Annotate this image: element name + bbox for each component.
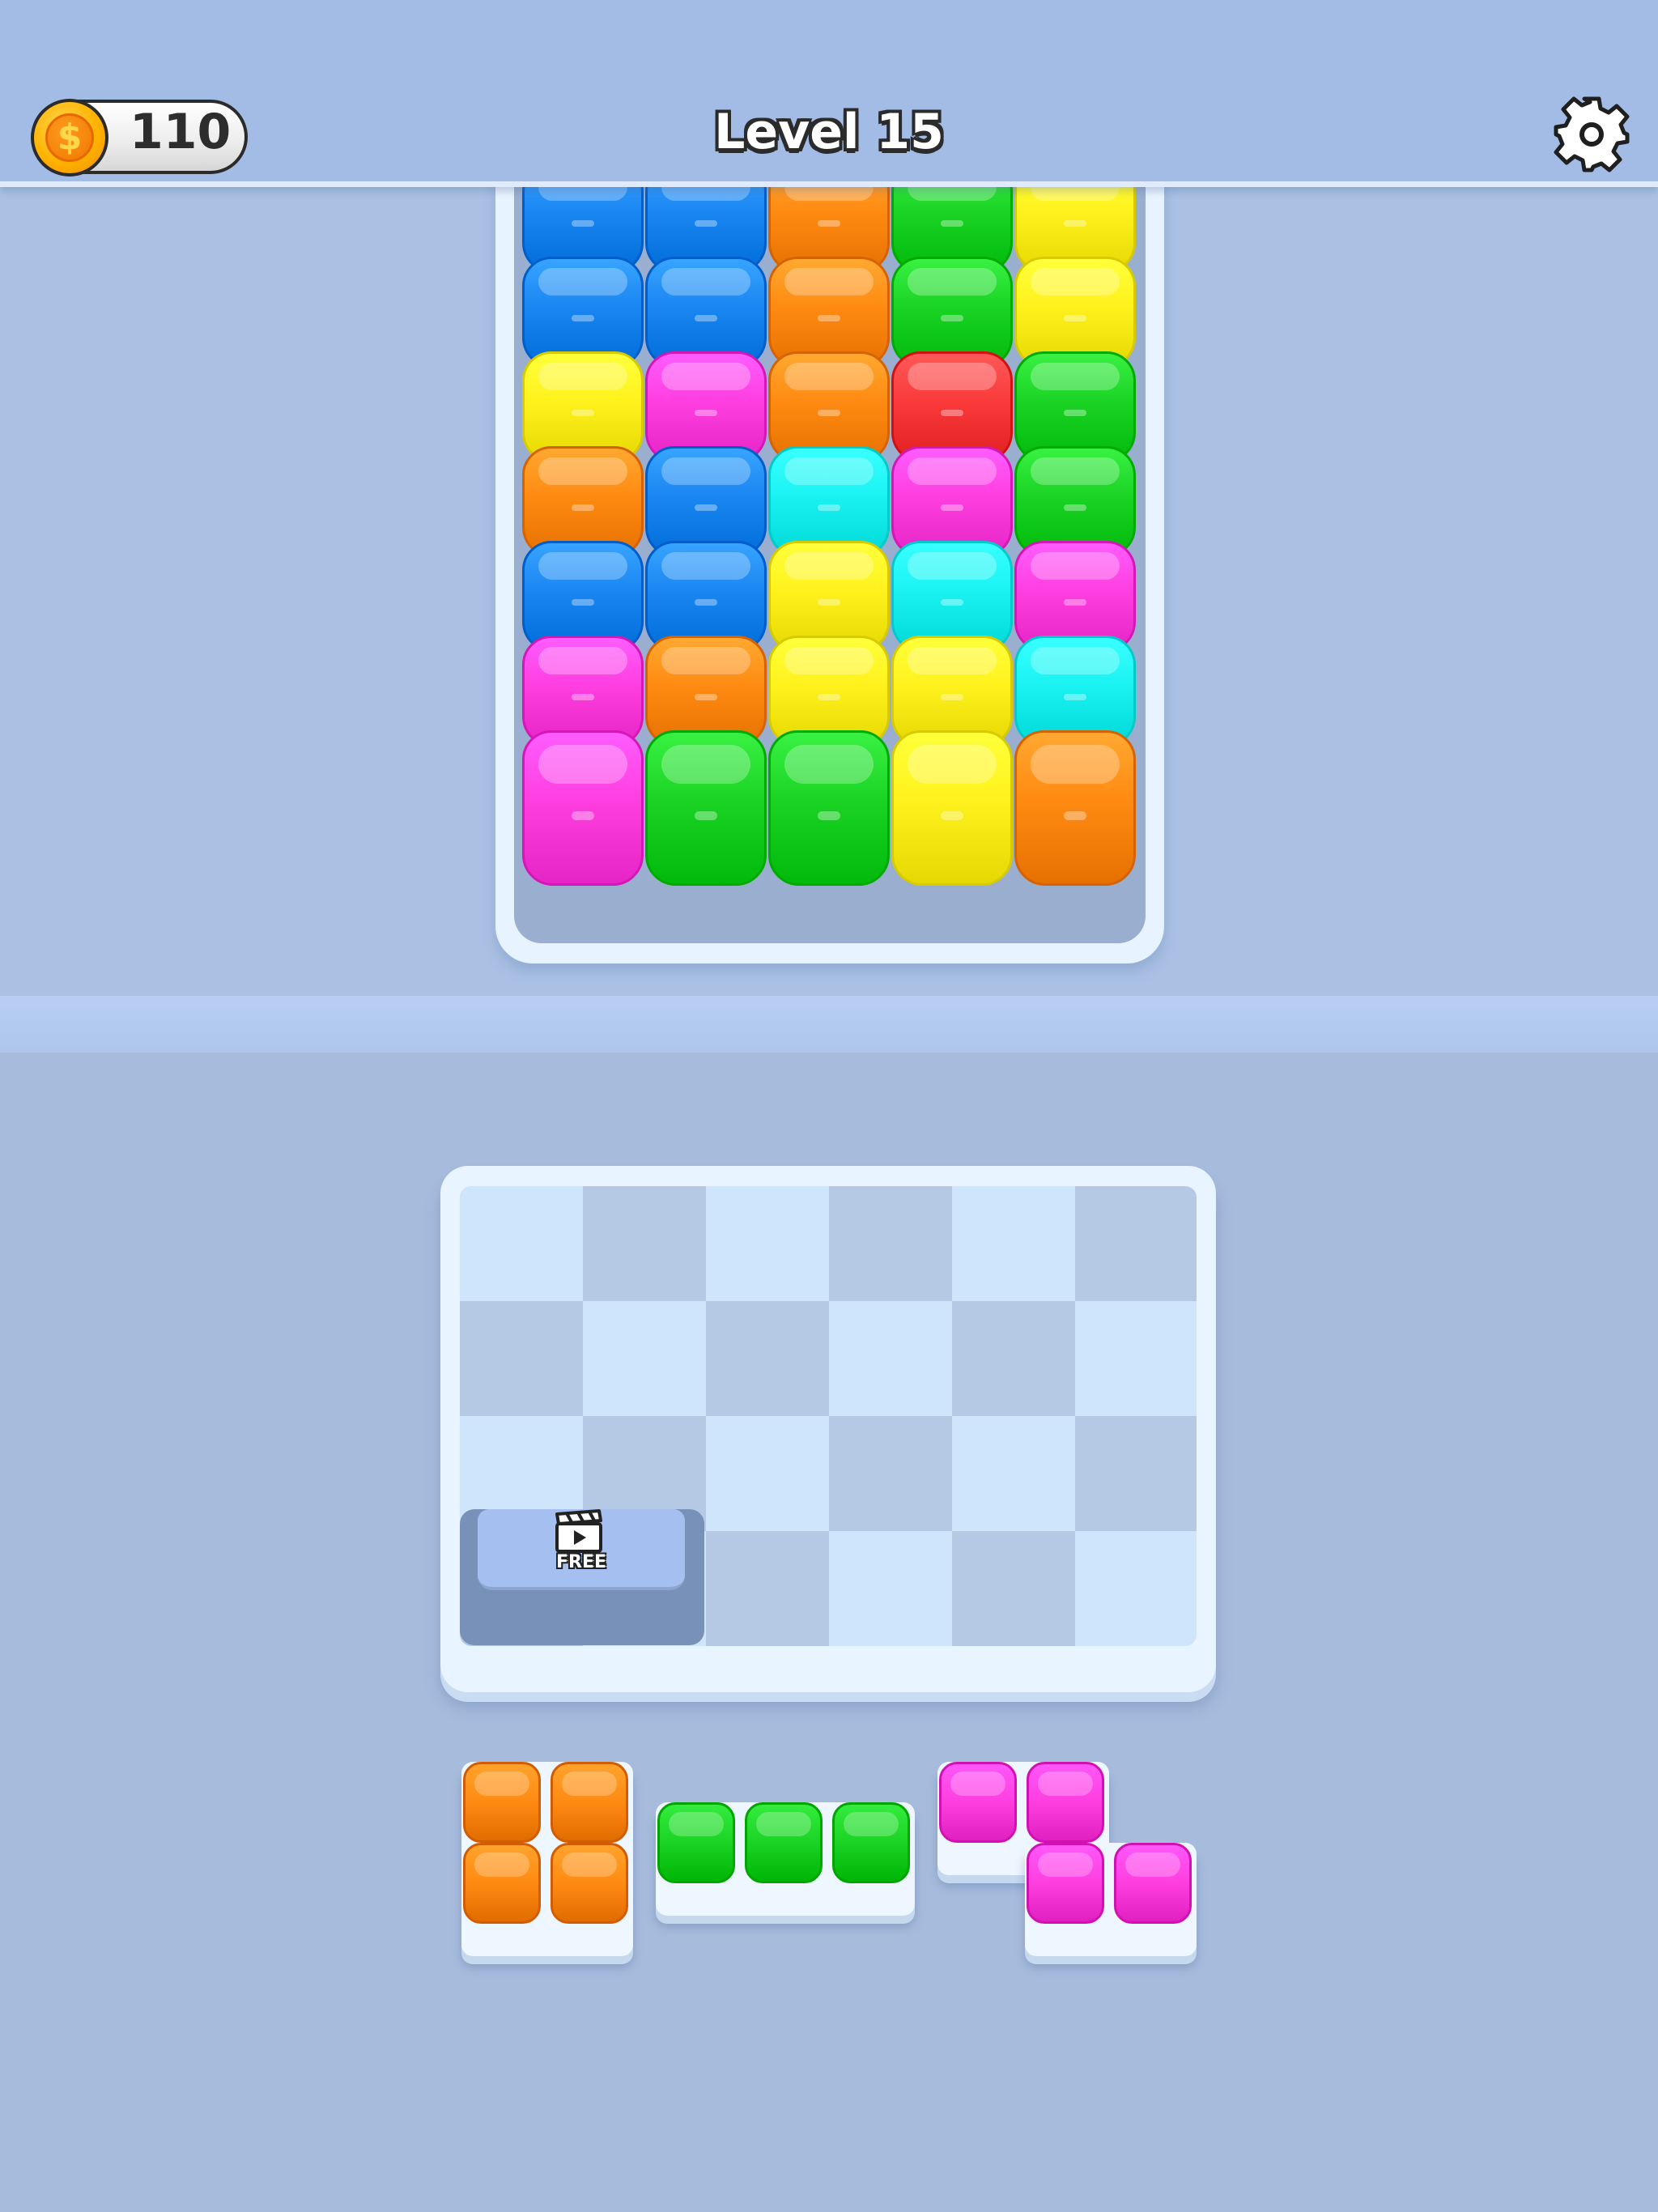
gear-icon — [1554, 96, 1630, 172]
grid-cell[interactable] — [460, 1301, 583, 1416]
grid-cell[interactable] — [952, 1301, 1075, 1416]
grid-cell[interactable] — [1075, 1186, 1197, 1301]
line-piece-cube[interactable] — [832, 1802, 910, 1883]
z-piece-cube[interactable] — [1114, 1843, 1192, 1924]
grid-cell[interactable] — [583, 1186, 706, 1301]
z-piece-cube[interactable] — [1027, 1762, 1104, 1843]
jar-blocks — [522, 162, 1137, 917]
grid-cell[interactable] — [583, 1301, 706, 1416]
divider-band — [0, 996, 1658, 1053]
jar-block-green — [768, 730, 890, 886]
jar-block-orange — [1014, 730, 1136, 886]
top-bar: $ 110 Level 15 — [0, 0, 1658, 187]
jar-block-green — [645, 730, 767, 886]
grid-cell[interactable] — [706, 1301, 829, 1416]
grid-cell[interactable] — [460, 1186, 583, 1301]
grid-cell[interactable] — [829, 1416, 952, 1531]
line-piece-cube[interactable] — [745, 1802, 823, 1883]
clapperboard-play-icon — [555, 1509, 602, 1553]
line-piece-cube[interactable] — [657, 1802, 735, 1883]
grid-cell[interactable] — [829, 1301, 952, 1416]
grid-cell[interactable] — [952, 1186, 1075, 1301]
grid-cell[interactable] — [706, 1416, 829, 1531]
square-piece-cube[interactable] — [551, 1762, 628, 1843]
grid-cell[interactable] — [706, 1186, 829, 1301]
square-piece-cube[interactable] — [463, 1843, 541, 1924]
jar-block-yellow — [891, 730, 1013, 886]
grid-cell[interactable] — [952, 1416, 1075, 1531]
jar-block-magenta — [522, 730, 644, 886]
grid-cell[interactable] — [952, 1531, 1075, 1646]
grid-cell[interactable] — [829, 1531, 952, 1646]
grid-cell[interactable] — [706, 1531, 829, 1646]
square-piece-cube[interactable] — [551, 1843, 628, 1924]
grid-cell[interactable] — [1075, 1531, 1197, 1646]
z-piece-cube[interactable] — [939, 1762, 1017, 1843]
free-label: FREE — [555, 1552, 607, 1572]
settings-button[interactable] — [1551, 94, 1632, 175]
square-piece-cube[interactable] — [463, 1762, 541, 1843]
level-title: Level 15 — [714, 104, 944, 160]
grid-cell[interactable] — [1075, 1301, 1197, 1416]
z-piece-cube[interactable] — [1027, 1843, 1104, 1924]
grid-cell[interactable] — [1075, 1416, 1197, 1531]
grid-cell[interactable] — [829, 1186, 952, 1301]
